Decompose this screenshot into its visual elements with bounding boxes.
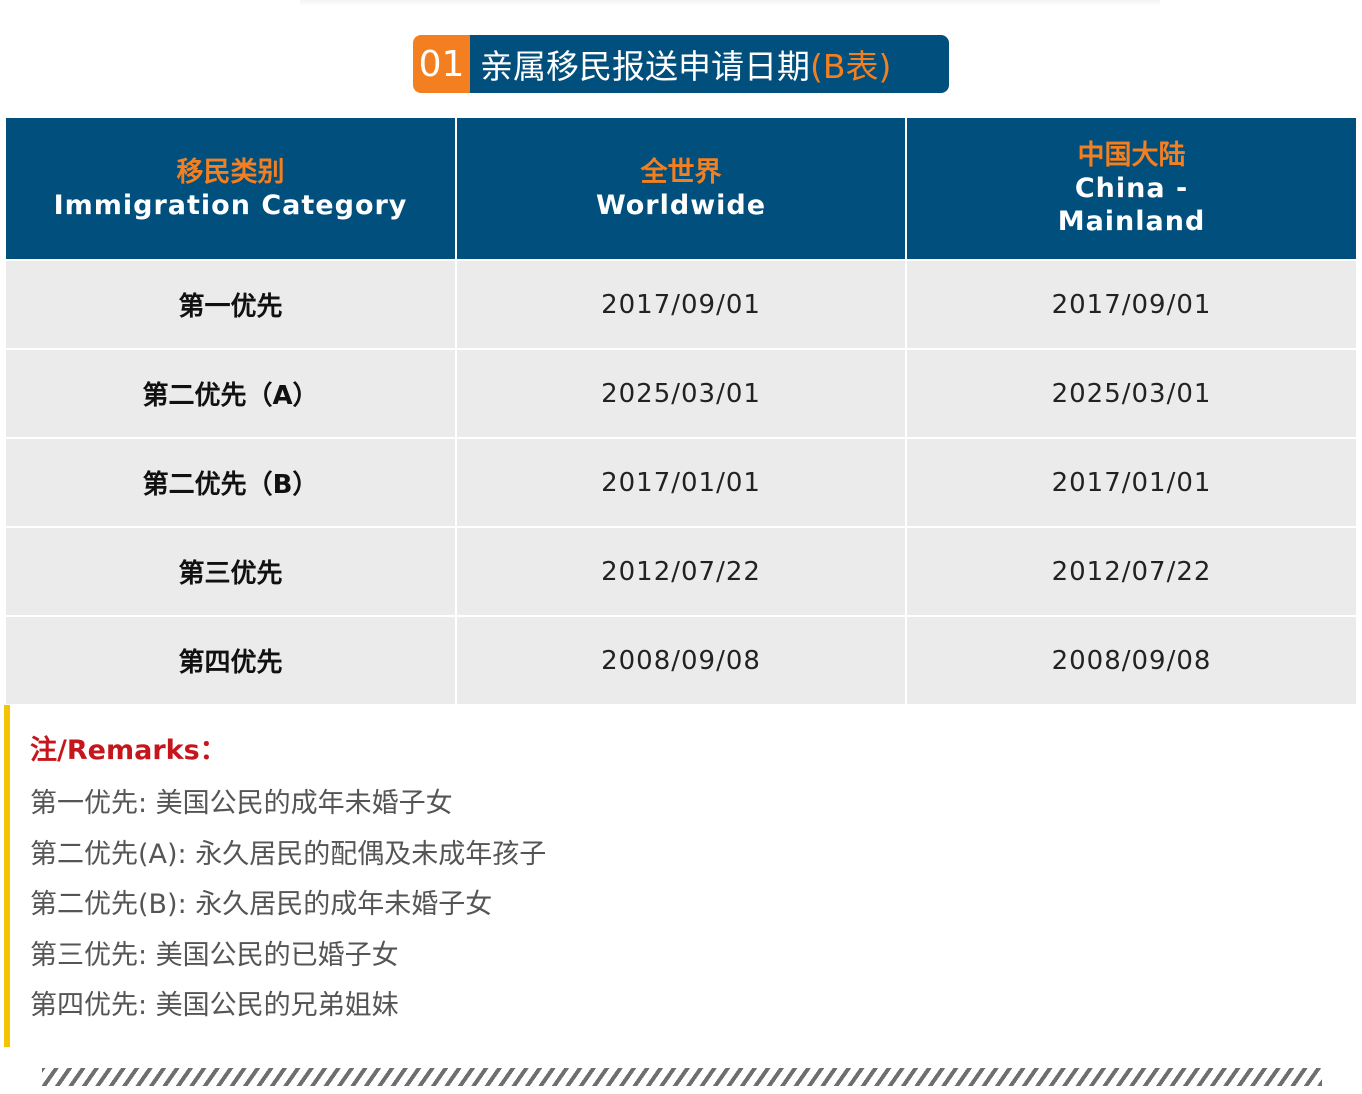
hatched-divider	[42, 1068, 1322, 1086]
remarks-line: 第四优先: 美国公民的兄弟姐妹	[30, 990, 399, 1021]
remarks-box: 注/Remarks： 第一优先: 美国公民的成年未婚子女 第二优先(A): 永久…	[4, 705, 1356, 1047]
china-date-cell: 2017/09/01	[906, 259, 1356, 349]
column-header-en: China - Mainland	[1057, 173, 1206, 237]
column-header-cn: 中国大陆	[1077, 140, 1186, 171]
column-header-china: 中国大陆 China - Mainland	[906, 118, 1356, 260]
table-row: 第三优先 2012/07/22 2012/07/22	[6, 526, 1356, 616]
section-title-text: 亲属移民报送申请日期 (B表)	[470, 35, 949, 93]
top-shadow	[300, 0, 1160, 6]
column-header-en: Worldwide	[595, 189, 767, 221]
remarks-line: 第三优先: 美国公民的已婚子女	[30, 939, 399, 971]
section-number-badge: 01	[413, 35, 470, 93]
column-header-category: 移民类别 Immigration Category	[6, 118, 457, 260]
column-header-cn: 全世界	[640, 156, 722, 188]
table-row: 第四优先 2008/09/08 2008/09/08	[6, 615, 1356, 704]
worldwide-date-cell: 2017/09/01	[456, 259, 907, 349]
china-date-cell: 2012/07/22	[906, 526, 1356, 616]
category-cell: 第四优先	[6, 615, 457, 704]
table-row: 第二优先（B） 2017/01/01 2017/01/01	[6, 437, 1356, 527]
china-date-cell: 2008/09/08	[906, 615, 1356, 704]
remarks-line: 第一优先: 美国公民的成年未婚子女	[30, 788, 453, 819]
column-header-en: Immigration Category	[53, 189, 408, 221]
category-cell: 第三优先	[6, 526, 457, 616]
section-title-suffix: (B表)	[810, 47, 892, 86]
category-cell: 第二优先（B）	[6, 437, 457, 527]
remarks-line: 第二优先(B): 永久居民的成年未婚子女	[30, 889, 493, 920]
worldwide-date-cell: 2012/07/22	[456, 526, 907, 616]
column-header-worldwide: 全世界 Worldwide	[456, 118, 907, 260]
remarks-title: 注/Remarks：	[30, 735, 227, 766]
worldwide-date-cell: 2017/01/01	[456, 437, 907, 527]
china-date-cell: 2017/01/01	[906, 437, 1356, 527]
table-row: 第二优先（A） 2025/03/01 2025/03/01	[6, 348, 1356, 438]
column-header-cn: 移民类别	[176, 156, 285, 188]
category-cell: 第二优先（A）	[6, 348, 457, 438]
section-title-main: 亲属移民报送申请日期	[480, 47, 810, 86]
worldwide-date-cell: 2025/03/01	[456, 348, 907, 438]
worldwide-date-cell: 2008/09/08	[456, 615, 907, 704]
category-cell: 第一优先	[6, 259, 457, 349]
section-title: 01 亲属移民报送申请日期 (B表)	[413, 35, 949, 93]
china-date-cell: 2025/03/01	[906, 348, 1356, 438]
table-header-row: 移民类别 Immigration Category 全世界 Worldwide …	[6, 118, 1356, 260]
table-row: 第一优先 2017/09/01 2017/09/01	[6, 259, 1356, 349]
priority-dates-table: 移民类别 Immigration Category 全世界 Worldwide …	[6, 118, 1356, 704]
remarks-line: 第二优先(A): 永久居民的配偶及未成年孩子	[30, 838, 547, 870]
